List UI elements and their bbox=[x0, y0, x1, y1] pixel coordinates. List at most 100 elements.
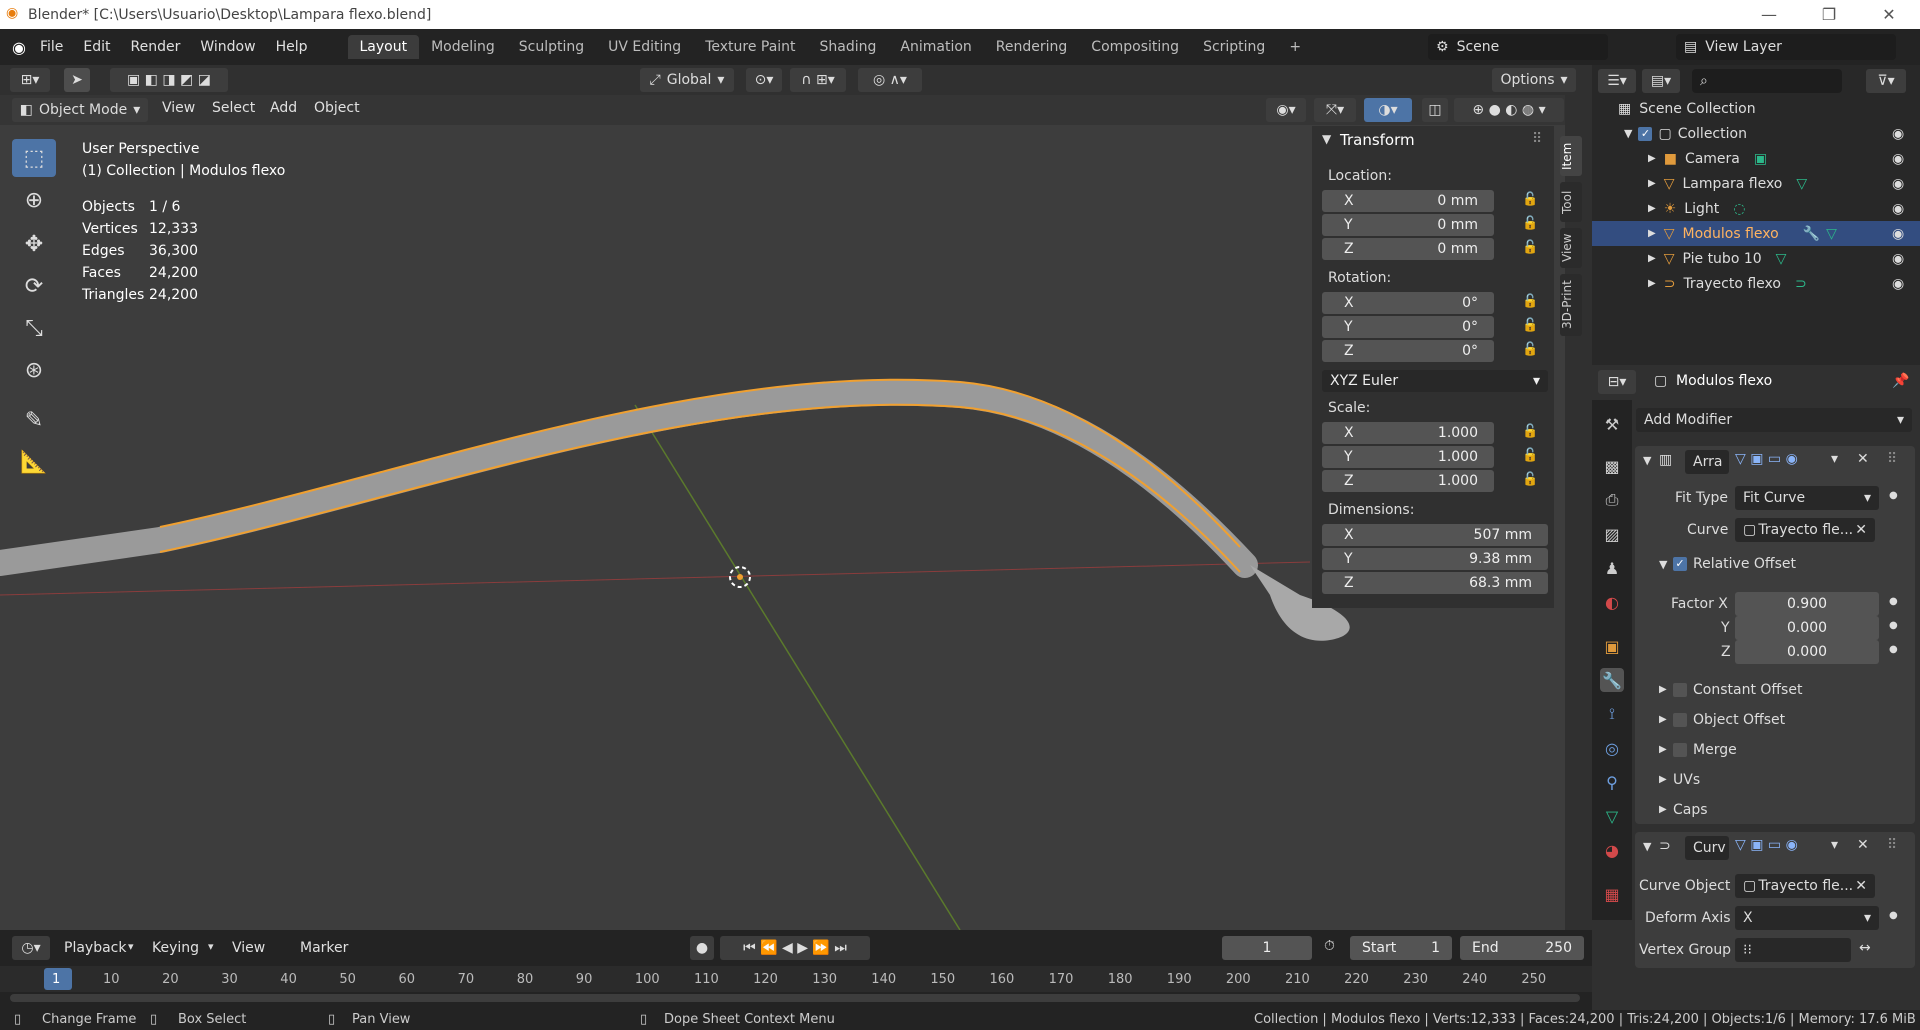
outliner-item-trayecto-flexo[interactable]: ▶ ⊃ Trayecto flexo ⊃ ◉ bbox=[1592, 271, 1920, 296]
tab-particles-props[interactable]: ⟟ bbox=[1600, 702, 1624, 726]
viewport-menu-add[interactable]: Add bbox=[260, 100, 307, 116]
outliner-item-light[interactable]: ▶ ☀ Light ◌ ◉ bbox=[1592, 196, 1920, 221]
lock-icon[interactable]: 🔓 bbox=[1522, 294, 1538, 309]
outliner-item-lampara-flexo[interactable]: ▶ ▽ Lampara flexo ▽ ◉ bbox=[1592, 171, 1920, 196]
lock-icon[interactable]: 🔓 bbox=[1522, 448, 1538, 463]
location-y-field[interactable]: Y0 mm bbox=[1322, 214, 1494, 236]
selection-mode-buttons[interactable]: ▣ ◧ ◨ ◩ ◪ bbox=[110, 68, 228, 92]
collapse-arrow-icon[interactable]: ▼ bbox=[1322, 132, 1331, 146]
modifier-toggle-icons[interactable]: ▽ ▣ ▭ ◉ bbox=[1735, 837, 1798, 853]
dimension-x-field[interactable]: X 507 mm bbox=[1322, 524, 1548, 546]
expand-arrow-icon[interactable]: ▶ bbox=[1659, 804, 1667, 815]
tab-animation[interactable]: Animation bbox=[888, 35, 983, 59]
scale-tool[interactable]: ⤡ bbox=[12, 309, 56, 347]
keyframe-dot-icon[interactable]: ● bbox=[1889, 490, 1898, 501]
menu-edit[interactable]: Edit bbox=[73, 39, 120, 55]
xray-button[interactable]: ◫ bbox=[1422, 98, 1448, 122]
proportional-edit-button[interactable]: ◎ ∧▾ bbox=[858, 68, 922, 92]
timeline-menu-view[interactable]: View bbox=[222, 940, 275, 956]
collection-row[interactable]: ▼ ✓ ▢ Collection ◉ bbox=[1592, 121, 1920, 146]
collapse-arrow-icon[interactable]: ▼ bbox=[1643, 840, 1651, 853]
tab-modifier-props[interactable]: 🔧 bbox=[1600, 668, 1624, 692]
gizmo-button[interactable]: ⤧▾ bbox=[1314, 98, 1356, 122]
tab-tool[interactable]: Tool bbox=[1560, 182, 1582, 222]
view-layer-selector[interactable]: ▤ View Layer bbox=[1676, 34, 1896, 60]
viewport-menu-select[interactable]: Select bbox=[202, 100, 265, 116]
outliner-item-camera[interactable]: ▶ ■ Camera ▣ ◉ bbox=[1592, 146, 1920, 171]
expand-arrow-icon[interactable]: ▼ bbox=[1624, 127, 1632, 140]
outliner-editor-type[interactable]: ☰▾ bbox=[1598, 69, 1636, 93]
transform-tool[interactable]: ⊛ bbox=[12, 351, 56, 389]
dimension-z-field[interactable]: Z 68.3 mm bbox=[1322, 572, 1548, 594]
timeline-menu-playback[interactable]: Playback bbox=[54, 940, 136, 956]
constant-offset-checkbox[interactable]: Constant Offset bbox=[1673, 682, 1802, 698]
end-frame-field[interactable]: End 250 bbox=[1460, 936, 1584, 960]
object-offset-checkbox[interactable]: Object Offset bbox=[1673, 712, 1785, 728]
viewport-menu-view[interactable]: View bbox=[152, 100, 205, 116]
rotation-mode-dropdown[interactable]: XYZ Euler ▾ bbox=[1322, 370, 1548, 392]
scene-collection-row[interactable]: ▦ Scene Collection bbox=[1592, 96, 1920, 121]
select-tool-button[interactable]: ➤ bbox=[64, 68, 90, 92]
timeline-editor-type[interactable]: ◷▾ bbox=[12, 936, 50, 960]
editor-type-button[interactable]: ⊞▾ bbox=[10, 68, 50, 92]
tab-world-props[interactable]: ◐ bbox=[1600, 590, 1624, 614]
move-tool[interactable]: ✥ bbox=[12, 225, 56, 263]
rotate-tool[interactable]: ⟳ bbox=[12, 267, 56, 305]
stopwatch-icon[interactable]: ⏱ bbox=[1324, 938, 1335, 954]
overlays-button[interactable]: ◑▾ bbox=[1364, 98, 1412, 122]
collapse-arrow-icon[interactable]: ▼ bbox=[1643, 454, 1651, 467]
deform-axis-dropdown[interactable]: X ▾ bbox=[1735, 906, 1879, 930]
keyframe-dot-icon[interactable]: ● bbox=[1889, 596, 1898, 607]
tab-shading[interactable]: Shading bbox=[808, 35, 889, 59]
start-frame-field[interactable]: Start 1 bbox=[1350, 936, 1452, 960]
cursor-tool[interactable]: ⊕ bbox=[12, 181, 56, 219]
eye-icon[interactable]: ◉ bbox=[1892, 151, 1904, 167]
merge-checkbox[interactable]: Merge bbox=[1673, 742, 1737, 758]
select-box-tool[interactable]: ⬚ bbox=[12, 139, 56, 177]
uvs-subpanel[interactable]: UVs bbox=[1673, 772, 1700, 788]
playback-controls[interactable]: ⏮ ⏪ ◀ ▶ ⏩ ⏭ bbox=[720, 936, 870, 960]
eye-icon[interactable]: ◉ bbox=[1892, 176, 1904, 192]
measure-tool[interactable]: 📐 bbox=[12, 443, 56, 481]
eye-icon[interactable]: ◉ bbox=[1892, 226, 1904, 242]
add-modifier-dropdown[interactable]: Add Modifier ▾ bbox=[1636, 408, 1912, 432]
eye-icon[interactable]: ◉ bbox=[1892, 201, 1904, 217]
tab-texture-paint[interactable]: Texture Paint bbox=[693, 35, 807, 59]
properties-editor-type[interactable]: ⊟▾ bbox=[1598, 370, 1636, 394]
menu-render[interactable]: Render bbox=[121, 39, 191, 55]
lock-icon[interactable]: 🔓 bbox=[1522, 472, 1538, 487]
expand-arrow-icon[interactable]: ▶ bbox=[1659, 774, 1667, 785]
rotation-z-field[interactable]: Z 0° bbox=[1322, 340, 1494, 362]
tab-view[interactable]: View bbox=[1560, 228, 1582, 268]
annotate-tool[interactable]: ✎ bbox=[12, 401, 56, 439]
tab-view-layer-props[interactable]: ▨ bbox=[1600, 522, 1624, 546]
scale-z-field[interactable]: Z 1.000 bbox=[1322, 470, 1494, 492]
remove-modifier-icon[interactable]: ✕ bbox=[1857, 837, 1869, 853]
eye-icon[interactable]: ◉ bbox=[1892, 126, 1904, 142]
expand-arrow-icon[interactable]: ▶ bbox=[1659, 714, 1667, 725]
array-modifier-name[interactable]: Arra bbox=[1685, 450, 1729, 474]
close-window-button[interactable]: ✕ bbox=[1866, 0, 1912, 29]
current-frame-field[interactable]: 1 bbox=[1222, 936, 1312, 960]
keyframe-dot-icon[interactable]: ● bbox=[1889, 620, 1898, 631]
scale-y-field[interactable]: Y 1.000 bbox=[1322, 446, 1494, 468]
scene-selector[interactable]: ⚙ Scene bbox=[1428, 34, 1608, 60]
eye-icon[interactable]: ◉ bbox=[1892, 276, 1904, 292]
expand-arrow-icon[interactable]: ▶ bbox=[1659, 684, 1667, 695]
tab-output-props[interactable]: ⎙ bbox=[1600, 488, 1624, 512]
chevron-down-icon[interactable]: ▾ bbox=[1831, 451, 1838, 467]
lock-icon[interactable]: 🔓 bbox=[1522, 192, 1538, 207]
add-workspace-button[interactable]: + bbox=[1277, 35, 1313, 59]
pivot-point-button[interactable]: ⊙▾ bbox=[746, 68, 782, 92]
tab-sculpting[interactable]: Sculpting bbox=[507, 35, 596, 59]
scale-x-field[interactable]: X 1.000 bbox=[1322, 422, 1494, 444]
tab-rendering[interactable]: Rendering bbox=[984, 35, 1080, 59]
factor-y-field[interactable]: 0.000 bbox=[1735, 616, 1879, 640]
blender-menu-icon[interactable]: ◉ bbox=[12, 38, 26, 57]
tab-item[interactable]: Item bbox=[1560, 136, 1582, 176]
tab-uv-editing[interactable]: UV Editing bbox=[596, 35, 693, 59]
chevron-down-icon[interactable]: ▾ bbox=[1831, 837, 1838, 853]
modifier-toggle-icons[interactable]: ▽ ▣ ▭ ◉ bbox=[1735, 451, 1798, 467]
options-dropdown[interactable]: Options ▾ bbox=[1492, 68, 1576, 92]
factor-x-field[interactable]: 0.900 bbox=[1735, 592, 1879, 616]
